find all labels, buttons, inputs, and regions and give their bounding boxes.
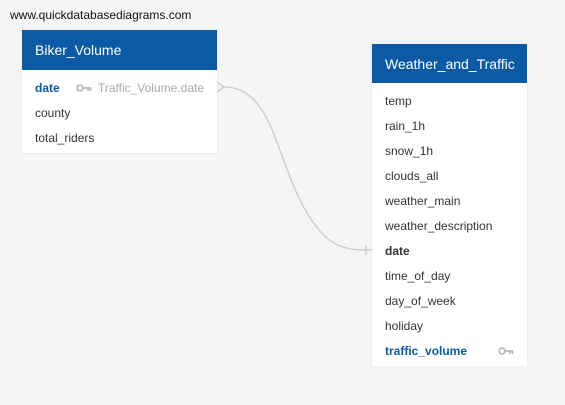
- column-name: clouds_all: [385, 168, 439, 183]
- key-icon: [498, 346, 514, 355]
- table-header: Biker_Volume: [22, 30, 217, 70]
- column-row[interactable]: clouds_all: [372, 163, 527, 188]
- table-header: Weather_and_Traffic: [372, 44, 527, 83]
- column-row[interactable]: holiday: [372, 313, 527, 338]
- column-row[interactable]: date Traffic_Volume.date: [22, 75, 217, 100]
- table-title: Biker_Volume: [35, 42, 122, 58]
- table-biker-volume[interactable]: Biker_Volume date Traffic_Volume.date co…: [22, 30, 217, 153]
- table-title: Weather_and_Traffic: [385, 55, 515, 72]
- column-row[interactable]: day_of_week: [372, 288, 527, 313]
- column-name: time_of_day: [385, 268, 451, 283]
- column-reference: Traffic_Volume.date: [76, 81, 204, 95]
- column-name: date: [35, 80, 60, 95]
- column-row[interactable]: temp: [372, 88, 527, 113]
- column-name: holiday: [385, 318, 424, 333]
- column-row[interactable]: county: [22, 100, 217, 125]
- column-row[interactable]: snow_1h: [372, 138, 527, 163]
- column-row[interactable]: total_riders: [22, 125, 217, 150]
- column-row[interactable]: weather_main: [372, 188, 527, 213]
- column-row[interactable]: date: [372, 238, 527, 263]
- column-name: date: [385, 243, 410, 258]
- column-name: total_riders: [35, 130, 95, 145]
- column-name: rain_1h: [385, 118, 426, 133]
- key-icon: [76, 83, 92, 92]
- column-name: weather_main: [385, 193, 461, 208]
- many-end-marker: [216, 81, 226, 93]
- column-row[interactable]: traffic_volume: [372, 338, 527, 363]
- column-name: day_of_week: [385, 293, 456, 308]
- table-weather-and-traffic[interactable]: Weather_and_Traffic temp rain_1h snow_1h…: [372, 44, 527, 366]
- relationship-line: [223, 86, 373, 251]
- column-name: weather_description: [385, 218, 493, 233]
- column-name: county: [35, 105, 71, 120]
- column-name: traffic_volume: [385, 343, 468, 358]
- column-row[interactable]: rain_1h: [372, 113, 527, 138]
- column-name: snow_1h: [385, 143, 434, 158]
- column-row[interactable]: weather_description: [372, 213, 527, 238]
- reference-text: Traffic_Volume.date: [97, 80, 204, 95]
- column-name: temp: [385, 93, 412, 108]
- column-row[interactable]: time_of_day: [372, 263, 527, 288]
